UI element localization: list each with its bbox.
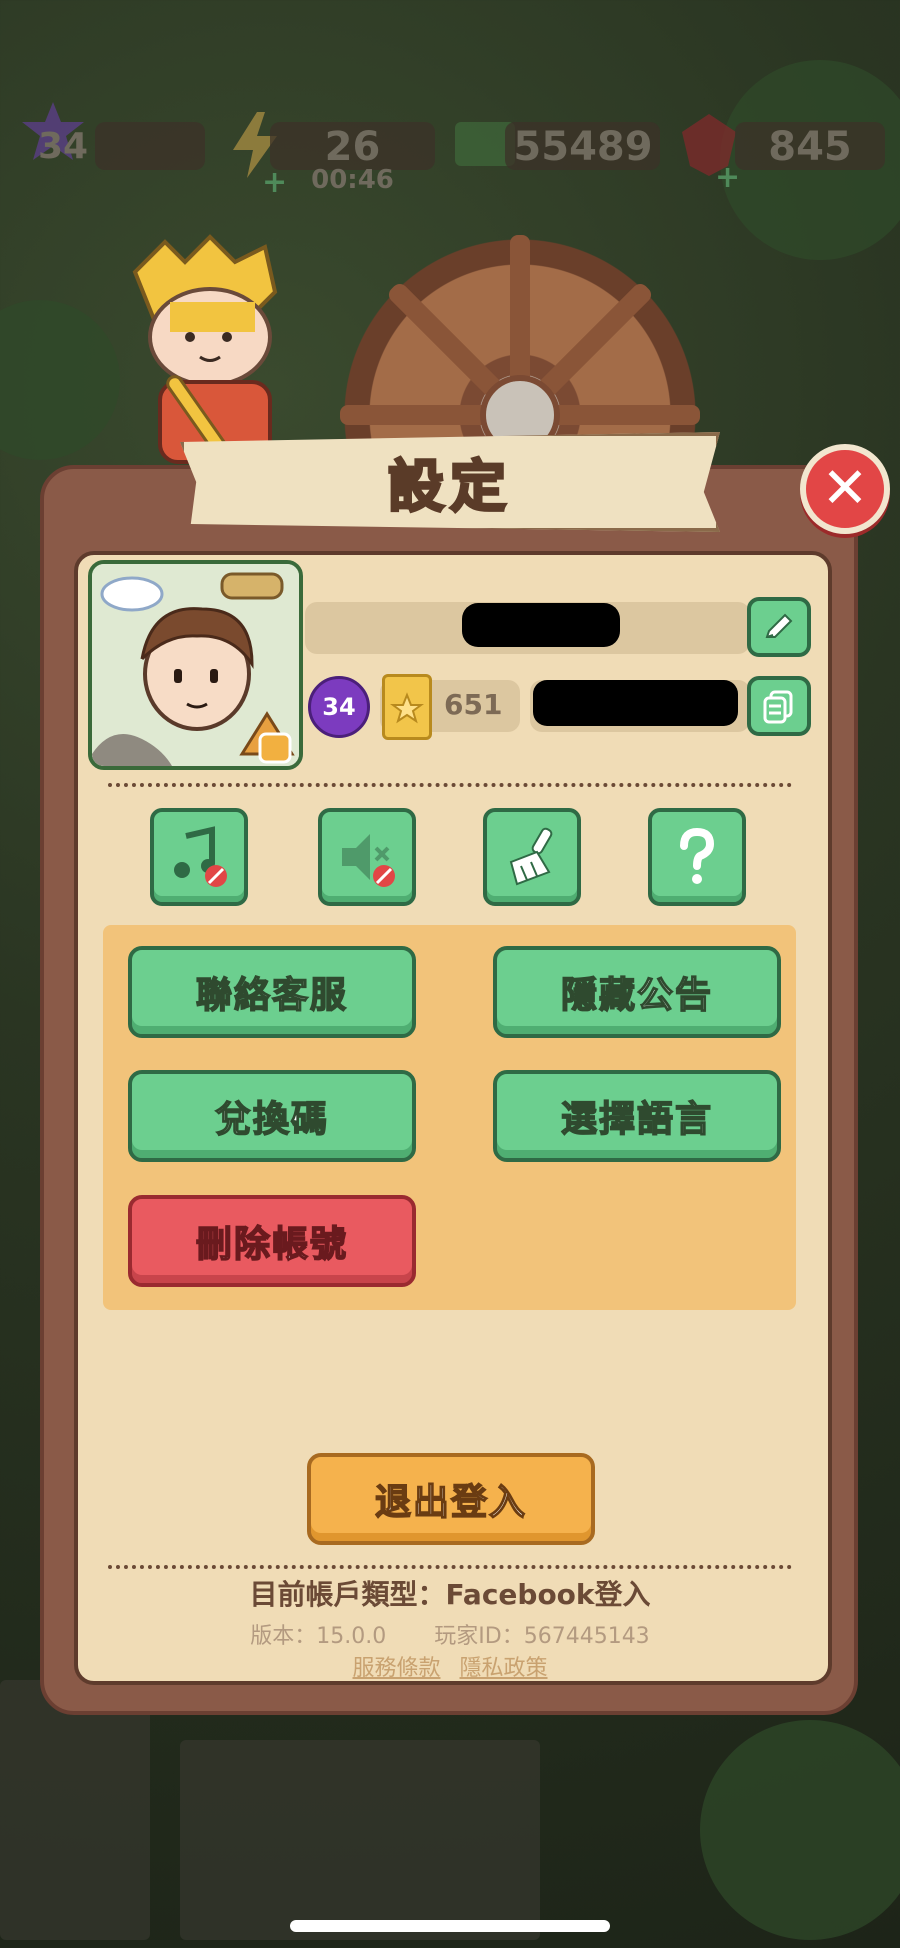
pencil-icon xyxy=(765,613,793,638)
plus-icon[interactable]: + xyxy=(262,165,287,200)
version-text: 版本：15.0.0 xyxy=(250,1624,387,1649)
plus-icon[interactable]: + xyxy=(715,160,740,195)
hide-announcement-button[interactable]: 隱藏公告 xyxy=(493,946,781,1038)
player-name-redacted xyxy=(462,603,620,647)
version-info: 版本：15.0.0 玩家ID：567445143 xyxy=(0,1618,900,1650)
hud-cash-value: 55489 xyxy=(513,124,653,170)
legal-links: 服務條款 隱私政策 xyxy=(0,1650,900,1682)
hud-energy-value: 26 xyxy=(324,124,381,170)
broom-icon xyxy=(509,827,553,886)
energy-timer: 00:46 xyxy=(311,165,394,195)
help-button[interactable] xyxy=(648,808,746,906)
copy-icon xyxy=(763,690,793,724)
level-badge: 34 xyxy=(308,676,370,738)
divider xyxy=(108,783,792,787)
background-building xyxy=(180,1740,540,1940)
background-tree xyxy=(700,1720,900,1940)
logout-button[interactable]: 退出登入 xyxy=(307,1453,595,1545)
contact-support-button[interactable]: 聯絡客服 xyxy=(128,946,416,1038)
redeem-code-button[interactable]: 兌換碼 xyxy=(128,1070,416,1162)
avatar[interactable] xyxy=(88,560,303,770)
close-button[interactable]: ✕ xyxy=(800,444,890,534)
player-id-text: 玩家ID：567445143 xyxy=(434,1624,650,1649)
level-bar xyxy=(95,122,205,170)
points-value: 651 xyxy=(444,688,503,721)
title-banner: 設定 xyxy=(180,432,720,532)
close-icon: ✕ xyxy=(821,456,869,521)
music-muted-icon xyxy=(174,826,227,887)
terms-link[interactable]: 服務條款 xyxy=(352,1656,440,1681)
player-id-redacted xyxy=(533,680,738,726)
copy-id-button[interactable] xyxy=(747,676,811,736)
background-building xyxy=(0,1680,150,1940)
account-type: 目前帳戶類型：Facebook登入 xyxy=(249,1578,651,1611)
home-indicator[interactable] xyxy=(290,1920,610,1932)
speaker-muted-icon xyxy=(342,834,395,887)
clean-cache-button[interactable] xyxy=(483,808,581,906)
hud-level-value: 34 xyxy=(37,126,89,167)
privacy-link[interactable]: 隱私政策 xyxy=(460,1656,548,1681)
edit-name-button[interactable] xyxy=(747,597,811,657)
delete-account-button[interactable]: 刪除帳號 xyxy=(128,1195,416,1287)
avatar-portrait xyxy=(92,564,299,766)
sound-toggle-button[interactable] xyxy=(318,808,416,906)
mascot-character xyxy=(132,234,278,472)
select-language-button[interactable]: 選擇語言 xyxy=(493,1070,781,1162)
hud-gems-value: 845 xyxy=(768,124,852,170)
question-icon xyxy=(680,827,715,884)
clipboard-star-icon xyxy=(382,674,432,740)
divider xyxy=(108,1565,792,1569)
background-tree xyxy=(0,300,120,460)
dialog-title: 設定 xyxy=(387,453,512,521)
music-toggle-button[interactable] xyxy=(150,808,248,906)
